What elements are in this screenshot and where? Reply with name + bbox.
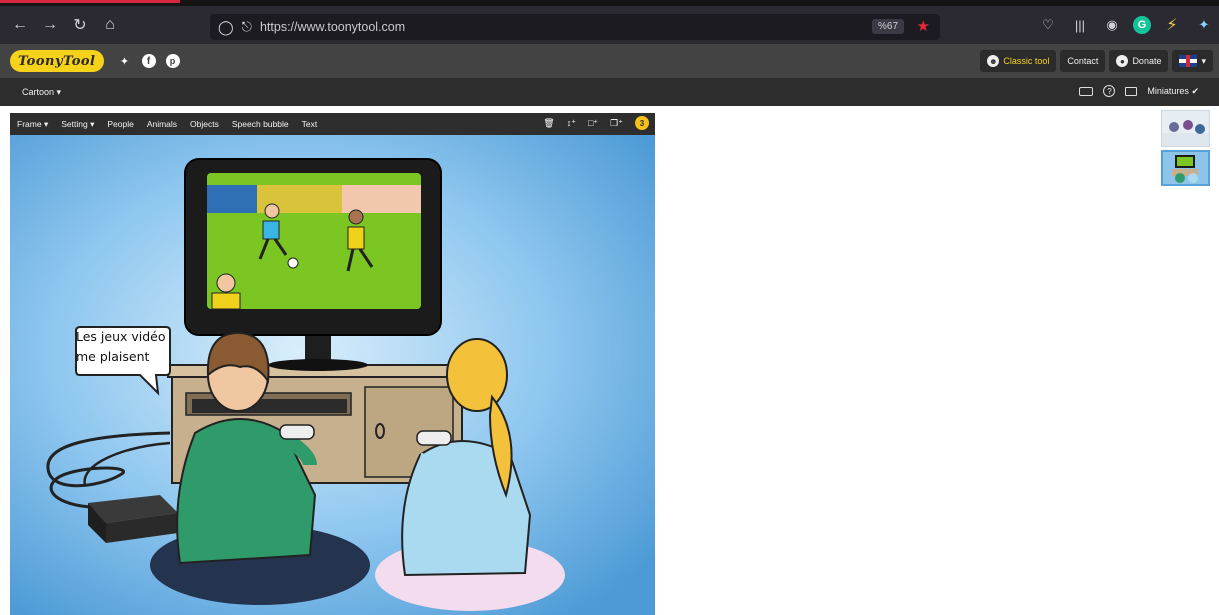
check-icon: ✔ — [1191, 85, 1199, 96]
girl-controller — [416, 430, 452, 446]
objects-menu[interactable]: Objects — [190, 119, 219, 129]
twitter-icon[interactable]: ✦ — [118, 54, 132, 68]
extension-icon[interactable]: ◉ — [1101, 14, 1123, 36]
social-links: ✦ f p — [118, 54, 180, 68]
speech-line-1: Les jeux vidéo — [76, 329, 166, 344]
editor-tools: 🗑 ↕⁺ □⁺ ❐⁺ 3 — [543, 116, 649, 130]
browser-toolbar: ← → ↻ ⌂ ◯ ⎋ https://www.toonytool.com %6… — [0, 0, 1219, 44]
thumb1-figure-2 — [1183, 120, 1193, 130]
uk-flag-icon — [1179, 55, 1198, 67]
nav-buttons: ← → ↻ ⌂ — [6, 11, 124, 39]
back-icon[interactable]: ← — [6, 11, 34, 39]
frame-menu[interactable]: Frame ▾ — [17, 119, 48, 130]
chevron-down-icon: ▾ — [90, 118, 95, 129]
pocket-icon[interactable]: ♡ — [1037, 14, 1059, 36]
contact-label: Contact — [1067, 56, 1099, 66]
thumbnail-frame-1[interactable] — [1161, 110, 1210, 147]
miniatures-label: Miniatures — [1147, 85, 1189, 96]
donate-label: Donate — [1132, 56, 1162, 66]
speech-bubble-menu[interactable]: Speech bubble — [232, 119, 289, 129]
player-yellow-body — [347, 226, 365, 250]
stadium-pink — [342, 185, 421, 213]
facebook-icon[interactable]: f — [141, 54, 156, 68]
toonytool-logo[interactable]: ToonyTool — [10, 50, 104, 72]
chevron-down-icon: ▾ — [1201, 55, 1206, 66]
text-menu[interactable]: Text — [302, 119, 318, 129]
people-menu[interactable]: People — [107, 119, 133, 129]
cartoon-menu-label: Cartoon — [22, 86, 55, 97]
thumb2-screen — [1177, 157, 1193, 166]
keyboard-icon[interactable] — [1079, 86, 1094, 96]
site-header: ToonyTool ✦ f p ☻ Classic tool Contact ●… — [0, 44, 1219, 78]
setting-menu[interactable]: Setting ▾ — [61, 119, 94, 130]
reload-icon[interactable]: ↻ — [66, 11, 94, 39]
cartoon-editor[interactable]: Frame ▾ Setting ▾ People Animals Objects… — [10, 113, 655, 615]
grammarly-icon[interactable]: G — [1133, 16, 1151, 34]
header-actions: ☻ Classic tool Contact ● Donate ▾ — [980, 50, 1213, 72]
setting-label: Setting — [61, 118, 88, 129]
new-page-icon[interactable]: □⁺ — [588, 118, 598, 129]
shield-icon[interactable]: ◯ — [218, 19, 234, 36]
language-selector[interactable]: ▾ — [1172, 50, 1213, 72]
contact-button[interactable]: Contact — [1060, 50, 1106, 72]
thumbnail-frame-2[interactable] — [1161, 150, 1210, 186]
chevron-down-icon: ▾ — [43, 118, 49, 129]
stadium-blue — [207, 185, 257, 213]
boy-controller — [279, 424, 315, 440]
page-count-badge: 3 — [635, 116, 649, 130]
home-icon[interactable]: ⌂ — [96, 11, 124, 39]
move-up-icon[interactable]: ↕⁺ — [567, 118, 576, 129]
screen-icon[interactable] — [1125, 86, 1138, 96]
football — [287, 257, 299, 269]
lock-icon[interactable]: ⎋ — [242, 19, 252, 35]
classic-tool-label: Classic tool — [1003, 56, 1050, 66]
player-blue-head — [264, 203, 280, 219]
thumb1-ground — [1162, 133, 1209, 146]
thumb1-figure-3 — [1195, 124, 1205, 134]
browser-extensions: ♡ ||| ◉ G ⚡ ✦ — [1037, 14, 1215, 36]
cartoon-menu[interactable]: Cartoon ▾ — [22, 87, 61, 98]
player-blue-body — [262, 220, 280, 240]
dvd-player — [192, 399, 347, 413]
player-yellow-head — [348, 209, 364, 225]
duplicate-page-icon[interactable]: ❐⁺ — [610, 118, 623, 129]
star-icon[interactable]: ★ — [917, 17, 930, 35]
extension-bolt-icon[interactable]: ⚡ — [1161, 14, 1183, 36]
miniatures-toggle[interactable]: Miniatures ✔ — [1147, 86, 1199, 97]
thumb2-girl — [1188, 173, 1198, 183]
donate-icon: ● — [1116, 55, 1129, 67]
extension-c-icon[interactable]: ✦ — [1193, 14, 1215, 36]
forward-icon[interactable]: → — [36, 11, 64, 39]
editor-toolbar: Frame ▾ Setting ▾ People Animals Objects… — [10, 113, 655, 135]
cartoon-canvas[interactable] — [10, 135, 655, 615]
classic-tool-button[interactable]: ☻ Classic tool — [980, 50, 1057, 72]
trash-icon[interactable]: 🗑 — [543, 118, 554, 129]
donate-button[interactable]: ● Donate — [1109, 50, 1169, 72]
girl-arm — [419, 452, 436, 480]
spectator-body — [211, 292, 241, 310]
view-options: ? Miniatures ✔ — [1079, 85, 1199, 97]
url-text[interactable]: https://www.toonytool.com — [260, 20, 405, 34]
thumb1-figure — [1169, 122, 1179, 132]
zoom-indicator[interactable]: %67 — [871, 19, 904, 34]
thumbnail-2-preview — [1163, 152, 1208, 184]
help-icon[interactable]: ? — [1103, 85, 1116, 97]
girl-head — [446, 338, 508, 412]
tv-stand-base — [268, 359, 368, 371]
pinterest-icon[interactable]: p — [165, 54, 180, 68]
animals-menu[interactable]: Animals — [147, 119, 177, 129]
tab-indicator — [0, 0, 180, 3]
speech-bubble-text[interactable]: Les jeux vidéo me plaisent — [76, 327, 166, 367]
library-icon[interactable]: ||| — [1069, 14, 1091, 36]
spectator-head — [216, 273, 236, 293]
sub-toolbar: Cartoon ▾ ? Miniatures ✔ — [0, 78, 1219, 106]
classic-tool-icon: ☻ — [987, 55, 1000, 67]
thumbnail-1-preview — [1162, 111, 1209, 146]
speech-line-2: me plaisent — [76, 349, 150, 364]
frame-label: Frame — [17, 118, 42, 129]
chevron-down-icon: ▾ — [56, 86, 62, 97]
url-bar[interactable]: ◯ ⎋ https://www.toonytool.com %67 ★ — [210, 14, 940, 40]
thumb2-boy — [1175, 173, 1185, 183]
